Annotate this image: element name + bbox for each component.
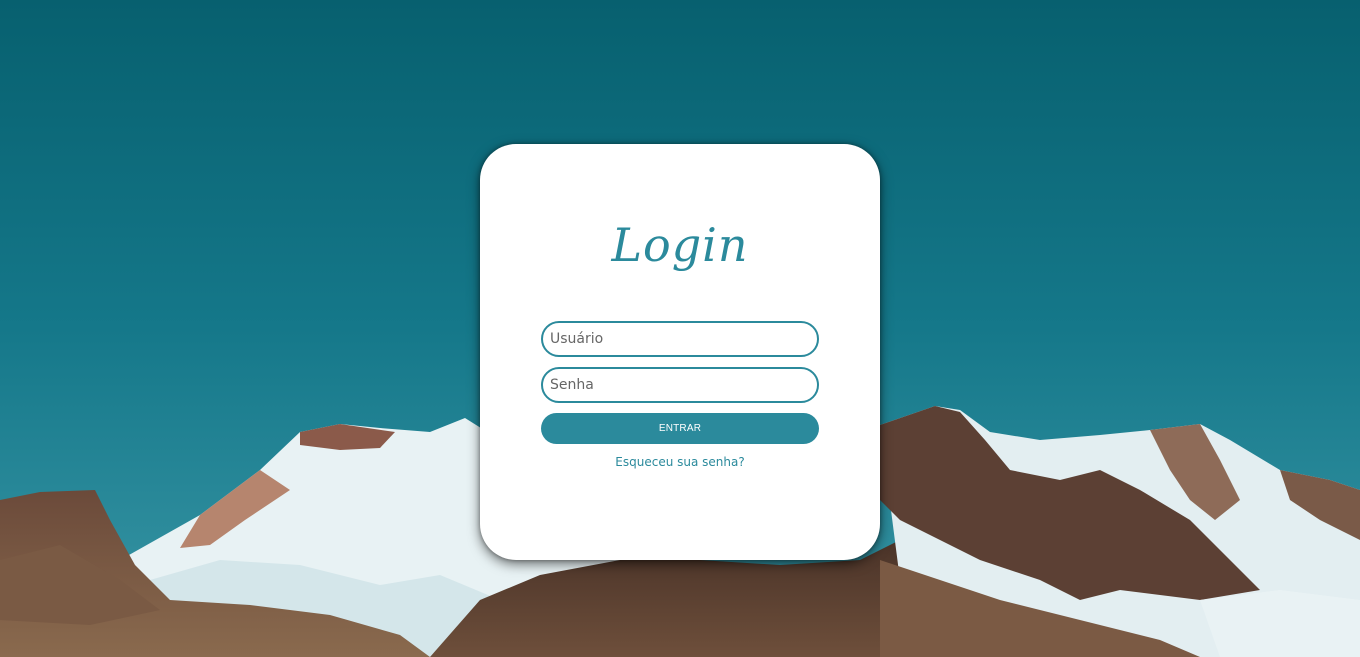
login-card: Login ENTRAR Esqueceu sua senha? bbox=[480, 144, 880, 560]
login-title: Login bbox=[611, 218, 749, 272]
username-input[interactable] bbox=[541, 321, 819, 357]
login-button[interactable]: ENTRAR bbox=[541, 413, 819, 444]
forgot-password-link[interactable]: Esqueceu sua senha? bbox=[480, 455, 880, 469]
password-input[interactable] bbox=[541, 367, 819, 403]
